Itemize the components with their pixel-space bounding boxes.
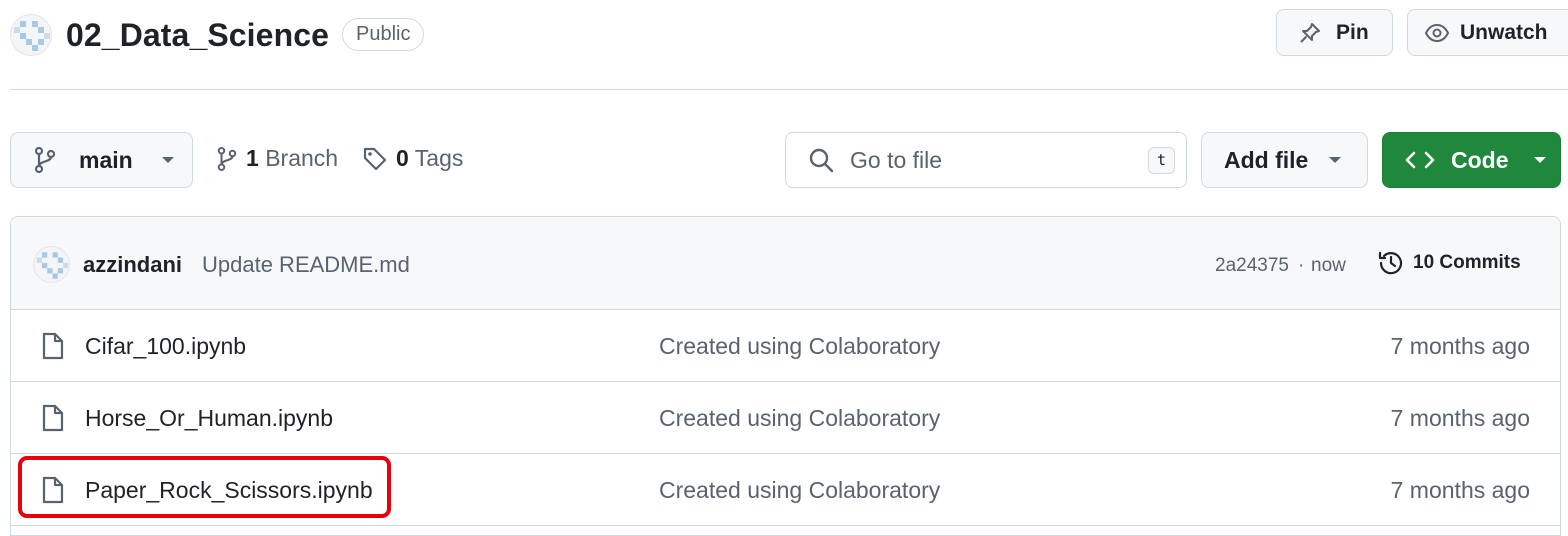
pin-button[interactable]: Pin <box>1276 9 1393 56</box>
code-button[interactable]: Code <box>1382 132 1561 188</box>
go-to-file-search[interactable]: Go to file t <box>785 132 1187 188</box>
pin-icon <box>1298 21 1322 45</box>
file-name[interactable]: Horse_Or_Human.ipynb <box>85 405 333 432</box>
branches-label: Branch <box>265 145 339 171</box>
latest-commit-bar: azzindani Update README.md 2a24375 · now… <box>11 217 1560 310</box>
code-label: Code <box>1451 146 1509 173</box>
commit-hash[interactable]: 2a24375 <box>1215 255 1289 277</box>
branches-link[interactable]: 1 Branch <box>216 145 338 172</box>
chevron-down-icon <box>1328 155 1342 165</box>
code-icon <box>1405 149 1435 171</box>
branch-name: main <box>79 146 133 173</box>
highlight-box <box>18 456 391 518</box>
commit-time: now <box>1311 255 1346 276</box>
tags-link[interactable]: 0 Tags <box>362 145 463 172</box>
search-icon <box>808 147 834 173</box>
unwatch-label: Unwatch <box>1460 20 1548 44</box>
chevron-down-icon <box>161 155 175 165</box>
search-placeholder: Go to file <box>850 146 943 173</box>
tags-count: 0 <box>396 145 409 171</box>
git-branch-icon <box>216 146 238 172</box>
branch-select-button[interactable]: main <box>10 132 193 188</box>
file-icon <box>41 404 65 432</box>
header-divider <box>10 89 1568 90</box>
file-row[interactable]: Cifar_100.ipynb Created using Colaborato… <box>11 310 1560 382</box>
eye-icon <box>1424 21 1450 45</box>
commit-author-avatar[interactable] <box>33 246 70 283</box>
file-name[interactable]: Cifar_100.ipynb <box>85 333 246 360</box>
repo-name[interactable]: 02_Data_Science <box>66 14 329 56</box>
add-file-label: Add file <box>1224 146 1309 173</box>
pin-label: Pin <box>1336 20 1369 44</box>
visibility-badge: Public <box>342 18 425 51</box>
file-icon <box>41 332 65 360</box>
git-branch-icon <box>33 146 57 174</box>
commit-separator: · <box>1298 255 1305 276</box>
repo-owner-avatar[interactable] <box>10 14 52 56</box>
history-icon <box>1377 249 1405 277</box>
file-commit-message[interactable]: Created using Colaboratory <box>659 477 940 504</box>
add-file-button[interactable]: Add file <box>1201 132 1368 188</box>
file-commit-date: 7 months ago <box>1390 477 1530 503</box>
commit-author[interactable]: azzindani <box>83 252 182 278</box>
file-row[interactable]: Horse_Or_Human.ipynb Created using Colab… <box>11 382 1560 454</box>
file-commit-message[interactable]: Created using Colaboratory <box>659 333 940 360</box>
tags-label: Tags <box>414 145 464 171</box>
tag-icon <box>362 146 388 172</box>
unwatch-button[interactable]: Unwatch <box>1407 9 1568 56</box>
commits-count: 10 Commits <box>1413 252 1521 273</box>
chevron-down-icon <box>1533 155 1547 165</box>
commit-message[interactable]: Update README.md <box>202 252 410 278</box>
commits-history-link[interactable]: 10 Commits <box>1377 249 1521 277</box>
branches-count: 1 <box>246 145 259 171</box>
search-shortcut-key: t <box>1148 146 1175 174</box>
file-commit-message[interactable]: Created using Colaboratory <box>659 405 940 432</box>
file-commit-date: 7 months ago <box>1390 405 1530 431</box>
file-commit-date: 7 months ago <box>1390 333 1530 359</box>
